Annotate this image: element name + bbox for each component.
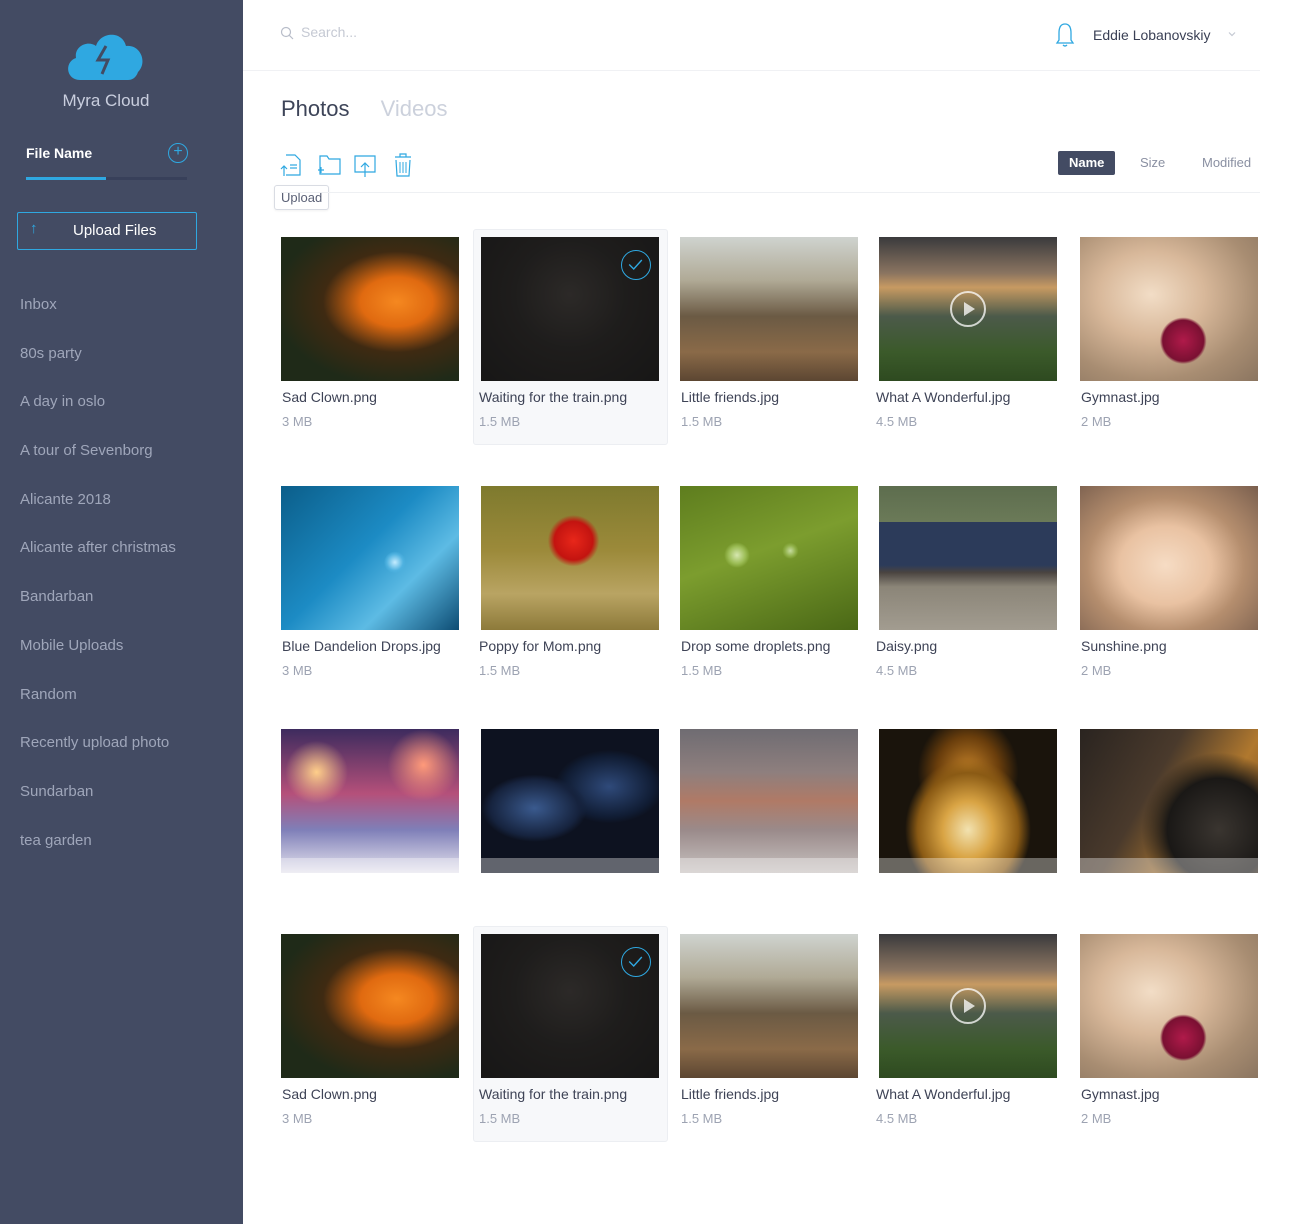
photo-thumbnail [680,486,858,630]
photo-thumbnail [281,934,459,1078]
file-size: 1.5 MB [681,663,723,678]
upload-arrow-icon: ↑ [30,220,38,237]
file-name: What A Wonderful.jpg [876,389,1011,405]
file-size: 3 MB [282,414,313,429]
tab-active-indicator [26,177,106,180]
photo-thumbnail [481,729,659,873]
upload-file-icon[interactable] [280,152,304,178]
photo-thumbnail [1080,486,1258,630]
chevron-down-icon[interactable] [1227,29,1237,39]
user-name[interactable]: Eddie Lobanovskiy [1093,27,1211,43]
photo-thumbnail [879,237,1057,381]
file-size: 2 MB [1081,1111,1112,1126]
new-folder-icon[interactable] [316,152,342,178]
file-size: 1.5 MB [479,663,521,678]
thumbnail-veil [1080,858,1258,873]
file-name: Sad Clown.png [282,389,377,405]
sidebar-item[interactable]: A tour of Sevenborg [20,439,176,488]
photo-thumbnail [281,237,459,381]
photo-thumbnail [1080,729,1258,873]
play-icon[interactable] [950,291,986,327]
file-size: 4.5 MB [876,414,918,429]
file-name: Blue Dandelion Drops.jpg [282,638,441,654]
sort-name-button[interactable]: Name [1058,151,1116,175]
tab-videos[interactable]: Videos [381,96,448,121]
sidebar-item[interactable]: 80s party [20,342,176,391]
file-name: Gymnast.jpg [1081,1086,1160,1102]
thumbnail-veil [281,858,459,873]
photo-thumbnail [879,934,1057,1078]
media-tabs: Photos Videos [281,96,448,122]
sidebar-item[interactable]: Random [20,683,176,732]
file-size: 1.5 MB [681,1111,723,1126]
file-size: 2 MB [1081,414,1112,429]
thumbnail-veil [879,858,1057,873]
file-name: Sunshine.png [1081,638,1167,654]
play-icon[interactable] [950,988,986,1024]
thumbnail-veil [481,858,659,873]
check-icon[interactable] [621,947,651,977]
photo-thumbnail [281,486,459,630]
photo-thumbnail [281,729,459,873]
photo-thumbnail [680,237,858,381]
file-name: Little friends.jpg [681,389,780,405]
file-name: Poppy for Mom.png [479,638,602,654]
file-name: Sad Clown.png [282,1086,377,1102]
sidebar-item[interactable]: Alicante 2018 [20,488,176,537]
file-name: What A Wonderful.jpg [876,1086,1011,1102]
file-size: 3 MB [282,1111,313,1126]
tab-photos[interactable]: Photos [281,96,350,121]
file-size: 1.5 MB [479,414,521,429]
file-size: 3 MB [282,663,313,678]
search-input[interactable] [301,24,601,40]
photo-thumbnail [680,934,858,1078]
sidebar-item[interactable]: Inbox [20,293,176,342]
app-name: Myra Cloud [62,91,150,110]
sidebar-item[interactable]: A day in oslo [20,390,176,439]
photo-thumbnail [879,729,1057,873]
upload-tooltip: Upload [274,185,330,210]
photo-thumbnail [481,934,659,1078]
file-name: Gymnast.jpg [1081,389,1160,405]
file-name: Waiting for the train.png [479,1086,628,1102]
photo-thumbnail [1080,934,1258,1078]
sidebar: Myra Cloud File Name + ↑ Upload Files In… [0,0,243,1224]
file-size: 4.5 MB [876,1111,918,1126]
photo-thumbnail [879,486,1057,630]
photo-thumbnail [680,729,858,873]
trash-icon[interactable] [391,152,415,178]
check-icon[interactable] [621,250,651,280]
file-name: Waiting for the train.png [479,389,628,405]
upload-folder-icon[interactable] [353,152,377,178]
upload-files-label: Upload Files [73,222,157,239]
file-name: Daisy.png [876,638,938,654]
file-name: Little friends.jpg [681,1086,780,1102]
thumbnail-veil [680,858,858,873]
search-icon [280,26,294,40]
photo-thumbnail [481,237,659,381]
sidebar-item[interactable]: tea garden [20,829,176,878]
top-bar: Eddie Lobanovskiy [243,0,1260,71]
folder-list: Inbox 80s party A day in oslo A tour of … [20,293,176,877]
file-name-tab[interactable]: File Name [26,145,92,161]
file-size: 1.5 MB [681,414,723,429]
cloud-logo-icon [68,34,143,80]
file-name: Drop some droplets.png [681,638,831,654]
sidebar-item[interactable]: Mobile Uploads [20,634,176,683]
upload-files-button[interactable]: ↑ Upload Files [17,212,197,250]
sidebar-item[interactable]: Bandarban [20,585,176,634]
sort-size-button[interactable]: Size [1140,151,1165,175]
bell-icon[interactable] [1055,22,1075,48]
add-folder-button[interactable]: + [168,143,188,163]
sidebar-item[interactable]: Alicante after christmas [20,536,176,585]
file-size: 4.5 MB [876,663,918,678]
sidebar-item[interactable]: Sundarban [20,780,176,829]
toolbar-divider [281,192,1260,193]
sidebar-item[interactable]: Recently upload photo [20,731,176,780]
sort-modified-button[interactable]: Modified [1202,151,1251,175]
photo-thumbnail [481,486,659,630]
file-size: 2 MB [1081,663,1112,678]
photo-thumbnail [1080,237,1258,381]
file-size: 1.5 MB [479,1111,521,1126]
